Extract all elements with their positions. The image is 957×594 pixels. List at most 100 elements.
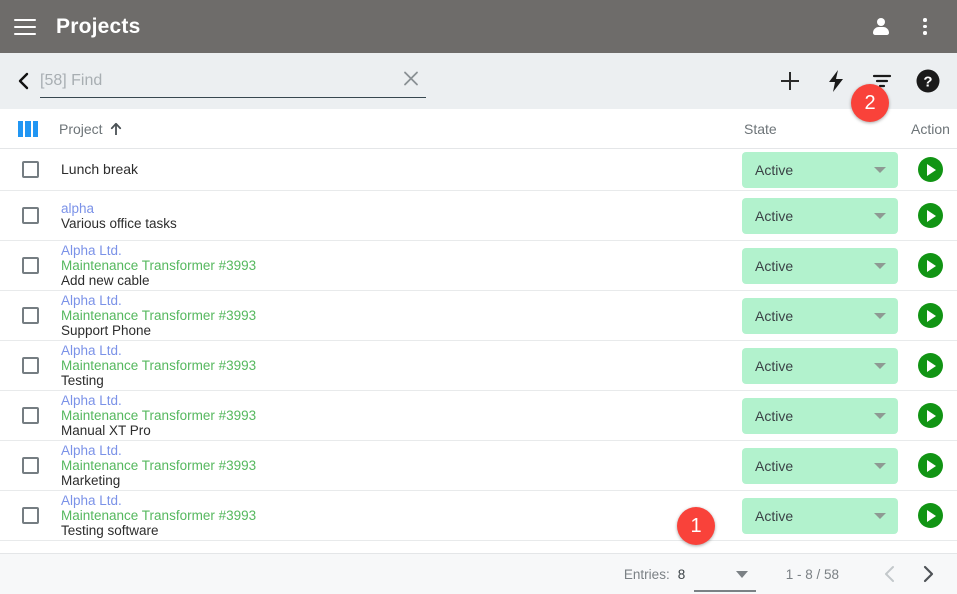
table-header: Project State Action <box>0 109 957 149</box>
state-value: Active <box>755 208 793 224</box>
state-select[interactable]: Active <box>742 348 898 384</box>
table-row[interactable]: Alpha Ltd.Maintenance Transformer #3993M… <box>0 391 957 441</box>
table-row[interactable]: Alpha Ltd.Maintenance Transformer #3993T… <box>0 491 957 541</box>
row-checkbox[interactable] <box>22 161 39 178</box>
column-header-project[interactable]: Project <box>59 121 122 137</box>
search-input[interactable] <box>40 65 426 97</box>
state-select[interactable]: Active <box>742 448 898 484</box>
play-icon <box>927 360 936 372</box>
account-button[interactable] <box>865 11 897 43</box>
entries-underline <box>694 590 756 592</box>
quick-action-button[interactable] <box>823 68 849 94</box>
table-row[interactable]: Lunch break Active <box>0 149 957 191</box>
start-timer-button[interactable] <box>918 453 943 478</box>
start-timer-button[interactable] <box>918 303 943 328</box>
customer-name[interactable]: Alpha Ltd. <box>61 443 256 458</box>
row-checkbox[interactable] <box>22 257 39 274</box>
search-underline <box>40 97 426 99</box>
project-cell: Alpha Ltd.Maintenance Transformer #3993S… <box>61 293 256 338</box>
chevron-left-icon <box>882 564 898 584</box>
project-name[interactable]: Maintenance Transformer #3993 <box>61 258 256 273</box>
column-header-project-label: Project <box>59 121 103 137</box>
project-cell: alphaVarious office tasks <box>61 201 177 231</box>
project-name[interactable]: Maintenance Transformer #3993 <box>61 308 256 323</box>
task-name: Add new cable <box>61 273 256 288</box>
project-name[interactable]: Maintenance Transformer #3993 <box>61 358 256 373</box>
chevron-down-icon <box>736 571 748 578</box>
task-name: Support Phone <box>61 323 256 338</box>
chevron-down-icon <box>874 167 886 173</box>
state-value: Active <box>755 508 793 524</box>
kebab-menu-icon <box>923 18 927 35</box>
table-row[interactable]: Alpha Ltd.Maintenance Transformer #3993S… <box>0 291 957 341</box>
customer-name[interactable]: Alpha Ltd. <box>61 243 256 258</box>
state-select[interactable]: Active <box>742 298 898 334</box>
table-row[interactable]: Alpha Ltd.Maintenance Transformer #3993M… <box>0 441 957 491</box>
state-select[interactable]: Active <box>742 498 898 534</box>
chevron-down-icon <box>874 463 886 469</box>
entries-value: 8 <box>678 567 686 582</box>
state-select[interactable]: Active <box>742 248 898 284</box>
customer-name[interactable]: Alpha Ltd. <box>61 293 256 308</box>
state-select[interactable]: Active <box>742 198 898 234</box>
customer-name[interactable]: Alpha Ltd. <box>61 493 256 508</box>
project-cell: Lunch break <box>61 162 138 177</box>
back-button[interactable] <box>8 72 38 90</box>
start-timer-button[interactable] <box>918 203 943 228</box>
customer-name[interactable]: Alpha Ltd. <box>61 393 256 408</box>
table-row[interactable]: Alpha Ltd.Maintenance Transformer #3993A… <box>0 241 957 291</box>
clear-search-button[interactable] <box>402 70 420 93</box>
start-timer-button[interactable] <box>918 403 943 428</box>
help-circle-icon: ? <box>915 68 941 94</box>
arrow-up-icon <box>110 122 122 136</box>
pagination-controls <box>879 563 957 585</box>
chevron-left-icon <box>17 72 30 90</box>
help-button[interactable]: ? <box>915 68 941 94</box>
customer-name[interactable]: Alpha Ltd. <box>61 343 256 358</box>
entries-select[interactable]: 8 <box>678 561 762 587</box>
column-header-action: Action <box>911 121 950 137</box>
row-checkbox[interactable] <box>22 307 39 324</box>
table-row[interactable]: Alpha Ltd.Maintenance Transformer #3993T… <box>0 341 957 391</box>
project-cell: Alpha Ltd.Maintenance Transformer #3993T… <box>61 343 256 388</box>
project-name[interactable]: Maintenance Transformer #3993 <box>61 508 256 523</box>
columns-icon[interactable] <box>18 121 38 137</box>
add-button[interactable] <box>777 68 803 94</box>
project-name[interactable]: Maintenance Transformer #3993 <box>61 458 256 473</box>
state-select[interactable]: Active <box>742 152 898 188</box>
row-checkbox[interactable] <box>22 507 39 524</box>
customer-name[interactable]: alpha <box>61 201 177 216</box>
start-timer-button[interactable] <box>918 503 943 528</box>
chevron-down-icon <box>874 413 886 419</box>
play-icon <box>927 210 936 222</box>
state-value: Active <box>755 458 793 474</box>
start-timer-button[interactable] <box>918 353 943 378</box>
project-name[interactable]: Maintenance Transformer #3993 <box>61 408 256 423</box>
annotation-badge-1: 1 <box>677 507 715 545</box>
row-checkbox[interactable] <box>22 207 39 224</box>
row-checkbox[interactable] <box>22 457 39 474</box>
state-value: Active <box>755 308 793 324</box>
pagination-range: 1 - 8 / 58 <box>786 567 839 582</box>
entries-label: Entries: <box>624 567 670 582</box>
next-page-button[interactable] <box>917 563 939 585</box>
search-field-wrapper <box>40 62 426 100</box>
chevron-down-icon <box>874 213 886 219</box>
hamburger-menu-icon[interactable] <box>14 19 36 35</box>
play-icon <box>927 260 936 272</box>
project-rows: Lunch breakActivealphaVarious office tas… <box>0 149 957 541</box>
row-checkbox[interactable] <box>22 357 39 374</box>
app-bar: Projects <box>0 0 957 53</box>
project-cell: Alpha Ltd.Maintenance Transformer #3993T… <box>61 493 256 538</box>
state-select[interactable]: Active <box>742 398 898 434</box>
overflow-menu-button[interactable] <box>909 11 941 43</box>
table-row[interactable]: alphaVarious office tasks Active <box>0 191 957 241</box>
chevron-down-icon <box>874 513 886 519</box>
project-cell: Alpha Ltd.Maintenance Transformer #3993M… <box>61 443 256 488</box>
row-checkbox[interactable] <box>22 407 39 424</box>
previous-page-button[interactable] <box>879 563 901 585</box>
start-timer-button[interactable] <box>918 253 943 278</box>
app-bar-actions <box>865 11 957 43</box>
chevron-down-icon <box>874 263 886 269</box>
start-timer-button[interactable] <box>918 157 943 182</box>
